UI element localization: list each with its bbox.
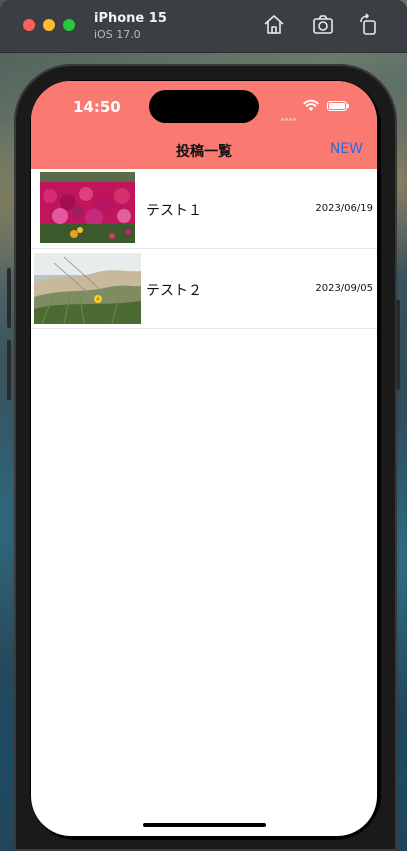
device-name: iPhone 15 [94, 11, 167, 26]
cellular-signal-icon [281, 106, 299, 121]
status-time: 14:50 [73, 98, 121, 116]
dynamic-island [149, 90, 259, 123]
status-bar: 14:50 [31, 81, 377, 137]
new-post-button[interactable]: NEW [330, 141, 363, 157]
battery-icon [327, 101, 349, 111]
home-indicator[interactable] [143, 823, 266, 827]
close-window-button[interactable] [23, 19, 35, 31]
list-item[interactable]: テスト１ 2023/06/19 [31, 169, 377, 249]
wifi-icon [303, 97, 319, 111]
post-list: テスト１ 2023/06/19 テスト２ 2023/09/05 [31, 169, 377, 329]
post-thumbnail [34, 253, 141, 324]
post-thumbnail [40, 172, 135, 243]
home-icon[interactable] [262, 13, 286, 37]
simulator-titlebar: iPhone 15 iOS 17.0 [0, 0, 407, 53]
post-date: 2023/09/05 [315, 283, 373, 294]
post-title: テスト１ [146, 203, 202, 219]
volume-button [7, 340, 11, 400]
volume-button [7, 268, 11, 328]
post-title: テスト２ [146, 283, 202, 299]
zoom-window-button[interactable] [63, 19, 75, 31]
post-date: 2023/06/19 [315, 203, 373, 214]
app-screen: 14:50 投稿一覧 NEW テスト１ 2023/06/19 テスト２ 2023… [31, 81, 377, 836]
minimize-window-button[interactable] [43, 19, 55, 31]
list-item[interactable]: テスト２ 2023/09/05 [31, 249, 377, 329]
rotate-icon[interactable] [357, 13, 381, 37]
page-title: 投稿一覧 [176, 144, 232, 160]
navigation-bar: 投稿一覧 NEW [31, 137, 377, 169]
power-button [396, 300, 400, 390]
device-os-version: iOS 17.0 [94, 28, 141, 41]
screenshot-icon[interactable] [311, 13, 335, 37]
